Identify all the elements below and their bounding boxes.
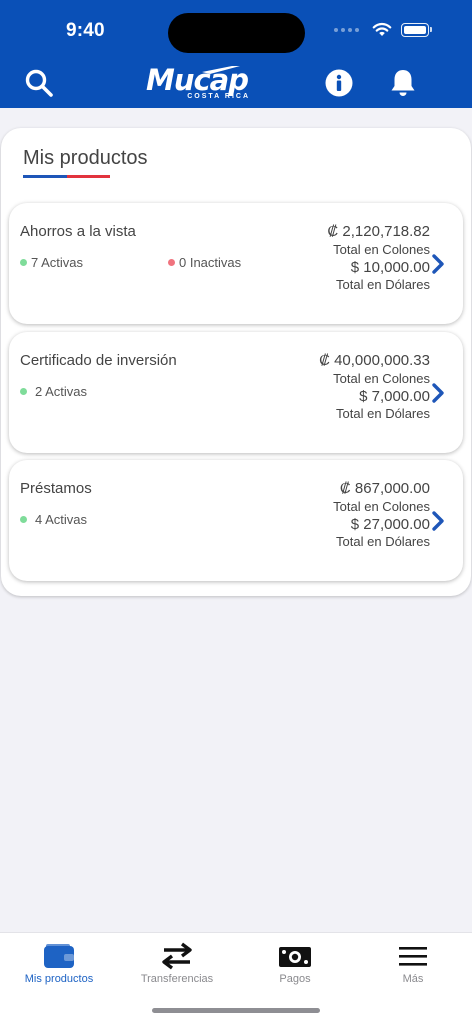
- tab-mis-productos[interactable]: Mis productos: [0, 933, 118, 1003]
- logo-subtext: COSTA RICA: [187, 93, 250, 100]
- tab-label: Pagos: [279, 973, 311, 985]
- search-icon[interactable]: [24, 68, 54, 98]
- menu-icon: [399, 947, 427, 966]
- amount-dolares: $ 27,000.00: [350, 516, 430, 533]
- chevron-right-icon[interactable]: [431, 253, 445, 275]
- amount-dolares: $ 10,000.00: [350, 259, 430, 276]
- product-card-certificado[interactable]: Certificado de inversión 2 Activas ₡ 40,…: [9, 332, 463, 453]
- top-bar: 9:40 Mucap COSTA RICA: [0, 0, 472, 108]
- product-card-ahorros[interactable]: Ahorros a la vista 7 Activas 0 Inactivas…: [9, 203, 463, 324]
- product-name: Préstamos: [20, 480, 92, 497]
- amount-colones: ₡ 2,120,718.82: [327, 223, 430, 240]
- tab-mas[interactable]: Más: [354, 933, 472, 1003]
- battery-icon: [401, 22, 429, 37]
- active-badge: 4 Activas: [20, 512, 87, 527]
- active-dot: [20, 388, 27, 395]
- active-dot: [20, 259, 27, 266]
- product-name: Certificado de inversión: [20, 352, 177, 369]
- active-badge: 7 Activas: [20, 255, 83, 270]
- info-icon[interactable]: [325, 69, 353, 97]
- product-card-prestamos[interactable]: Préstamos 4 Activas ₡ 867,000.00 Total e…: [9, 460, 463, 581]
- home-indicator[interactable]: [152, 1008, 320, 1013]
- label-dolares: Total en Dólares: [336, 277, 430, 292]
- tab-transferencias[interactable]: Transferencias: [118, 933, 236, 1003]
- tab-pagos[interactable]: Pagos: [236, 933, 354, 1003]
- amount-dolares: $ 7,000.00: [359, 388, 430, 405]
- label-dolares: Total en Dólares: [336, 534, 430, 549]
- wifi-icon: [372, 22, 392, 36]
- label-colones: Total en Colones: [333, 242, 430, 257]
- section-title: Mis productos: [23, 147, 148, 169]
- chevron-right-icon[interactable]: [431, 510, 445, 532]
- money-bill-icon: [279, 947, 311, 967]
- logo-swoosh: [202, 66, 240, 74]
- amount-colones: ₡ 867,000.00: [339, 480, 430, 497]
- inactive-dot: [168, 259, 175, 266]
- tab-label: Más: [402, 973, 424, 985]
- status-time: 9:40: [66, 20, 105, 41]
- amount-colones: ₡ 40,000,000.33: [319, 352, 430, 369]
- label-dolares: Total en Dólares: [336, 406, 430, 421]
- transfer-arrows-icon: [162, 942, 192, 970]
- bell-icon[interactable]: [389, 68, 417, 98]
- active-dot: [20, 516, 27, 523]
- label-colones: Total en Colones: [333, 499, 430, 514]
- dynamic-island: [168, 13, 305, 53]
- title-underline: [23, 175, 110, 178]
- active-badge: 2 Activas: [20, 384, 87, 399]
- mucap-logo: Mucap COSTA RICA: [138, 66, 256, 102]
- signal-icon: [334, 27, 359, 32]
- wallet-icon: [44, 944, 74, 968]
- inactive-badge: 0 Inactivas: [168, 255, 241, 270]
- label-colones: Total en Colones: [333, 371, 430, 386]
- status-icons: [334, 22, 432, 37]
- chevron-right-icon[interactable]: [431, 382, 445, 404]
- tab-label: Transferencias: [140, 973, 214, 985]
- tab-label: Mis productos: [24, 973, 94, 985]
- product-name: Ahorros a la vista: [20, 223, 136, 240]
